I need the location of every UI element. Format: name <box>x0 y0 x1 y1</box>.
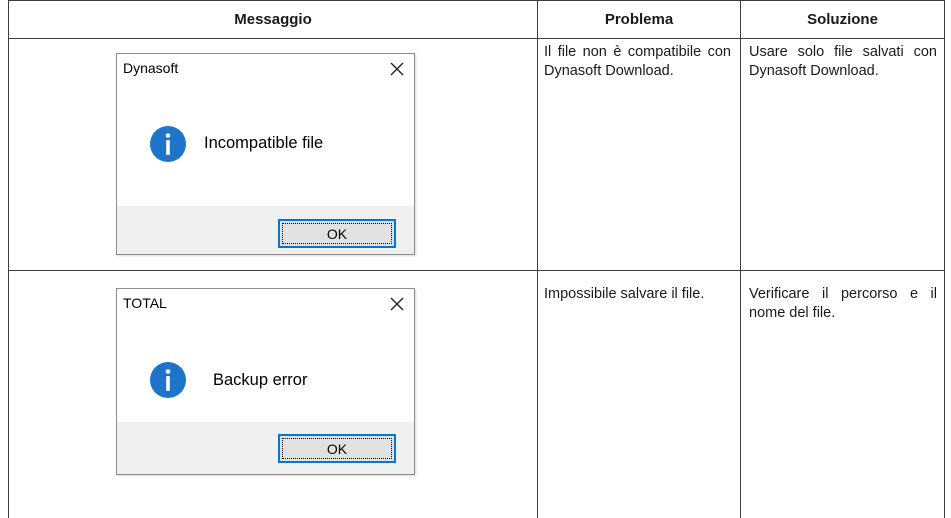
info-icon <box>149 361 187 399</box>
solution-cell: Usare solo file salvati con Dynasoft Dow… <box>749 44 937 79</box>
header-problem: Problema <box>604 11 674 28</box>
header-message: Messaggio <box>234 11 312 28</box>
table-border-right <box>944 0 945 518</box>
problem-cell: Impossibile salvare il file. <box>544 286 705 302</box>
dialog-message: Incompatible file <box>204 134 324 152</box>
dialog-title: Dynasoft <box>123 60 179 76</box>
dialog-incompatible-file: Dynasoft Incompatible file OK <box>116 53 415 255</box>
row-divider <box>8 270 945 271</box>
dialog-title: TOTAL <box>123 295 167 311</box>
ok-button[interactable]: OK <box>278 219 396 248</box>
dialog-message: Backup error <box>213 371 308 389</box>
header-solution: Soluzione <box>807 11 878 28</box>
close-icon[interactable] <box>386 293 408 315</box>
ok-button[interactable]: OK <box>278 434 396 463</box>
solution-cell: Verificare il percorso e il nome del fil… <box>749 286 937 321</box>
message-table: Messaggio Problema Soluzione Dynasoft In… <box>0 0 951 518</box>
problem-cell: Il file non è compatibile con Dynasoft D… <box>544 44 731 79</box>
dialog-footer: OK <box>117 422 414 474</box>
info-icon <box>149 125 187 163</box>
table-border-left <box>8 0 9 518</box>
dialog-footer: OK <box>117 206 414 254</box>
dialog-backup-error: TOTAL Backup error OK <box>116 288 415 475</box>
column-divider-2 <box>740 0 741 518</box>
close-icon[interactable] <box>386 58 408 80</box>
column-divider-1 <box>537 0 538 518</box>
